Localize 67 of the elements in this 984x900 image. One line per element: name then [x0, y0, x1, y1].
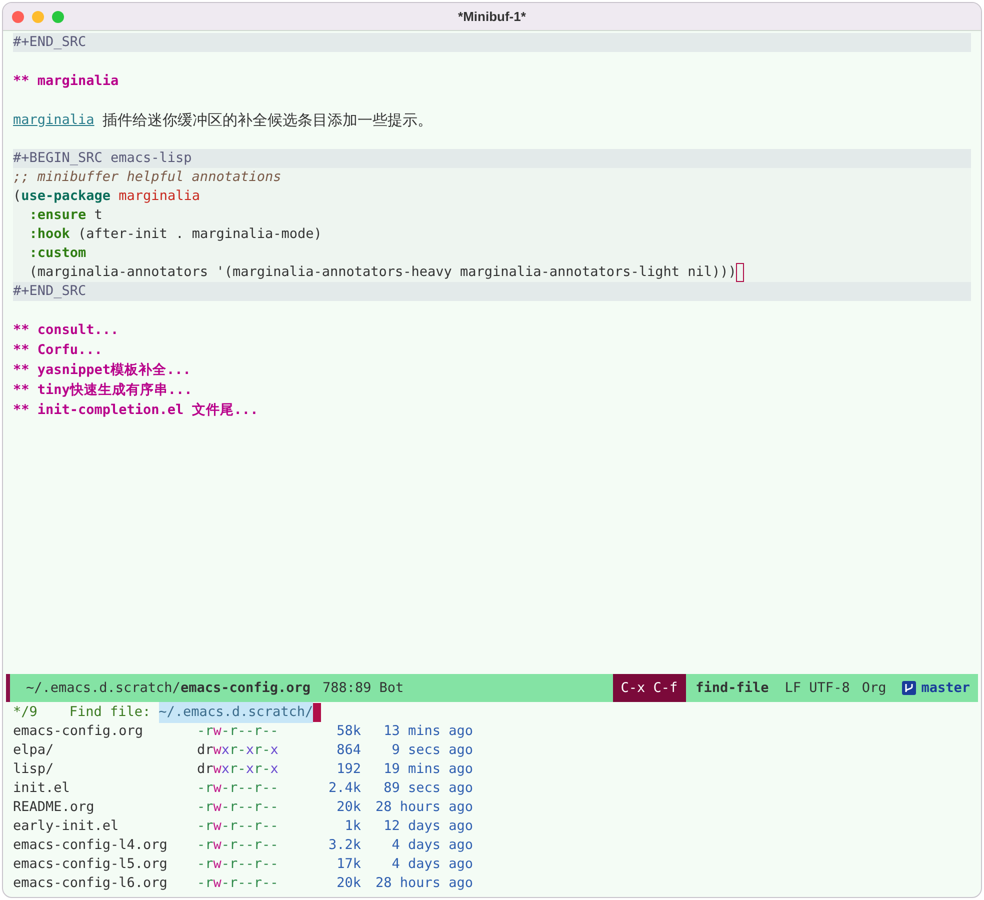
file-permissions: -rw-r--r--	[197, 874, 280, 894]
modified-time: 28 hours ago	[374, 798, 473, 818]
file-name[interactable]: early-init.el	[13, 816, 197, 837]
close-button[interactable]	[12, 11, 24, 23]
file-size: 17k	[336, 855, 361, 874]
file-name[interactable]: README.org	[13, 797, 197, 818]
code-line: (marginalia-annotators '(marginalia-annotators-heavy marginalia-annotators-light nil)))	[28, 263, 736, 282]
file-size: 2.4k	[327, 779, 361, 798]
file-permissions: -rw-r--r--	[197, 855, 280, 874]
file-name[interactable]: emacs-config-l4.org	[13, 835, 197, 856]
command-name: find-file	[696, 678, 769, 698]
modified-time: 12 days ago	[382, 817, 473, 836]
code-line: ;; minibuffer helpful annotations	[13, 168, 282, 187]
org-heading[interactable]: ** init-completion.el 文件尾...	[13, 400, 971, 420]
modified-time: 13 mins ago	[382, 722, 473, 742]
encoding: LF UTF-8	[784, 678, 850, 698]
code-line: :ensure t	[28, 206, 102, 225]
window-title: *Minibuf-1*	[458, 8, 526, 26]
prompt: Find file:	[69, 703, 151, 722]
org-heading[interactable]: ** tiny快速生成有序串...	[13, 380, 971, 400]
key-sequence: C-x C-f	[612, 674, 686, 702]
file-permissions: -rw-r--r--	[197, 798, 280, 818]
cursor-position: 788:89	[322, 678, 372, 698]
file-size: 3.2k	[327, 836, 361, 856]
org-heading[interactable]: ** yasnippet模板补全...	[13, 360, 971, 380]
org-heading[interactable]: ** consult...	[13, 320, 971, 340]
file-name[interactable]: init.el	[13, 778, 197, 799]
link[interactable]: marginalia	[13, 110, 94, 130]
input-field[interactable]: ~/.emacs.d.scratch/	[158, 702, 314, 723]
code-line: (use-package marginalia	[13, 187, 200, 206]
file-permissions: drwxr-xr-x	[197, 760, 280, 780]
file-permissions: -rw-r--r--	[197, 722, 280, 742]
file-name[interactable]: emacs-config-l5.org	[13, 854, 197, 875]
modified-time: 9 secs ago	[390, 741, 473, 760]
org-heading[interactable]: ** marginalia	[13, 71, 971, 91]
file-size: 20k	[336, 798, 361, 818]
file-size: 192	[336, 760, 361, 780]
minimize-button[interactable]	[32, 11, 44, 23]
file-permissions: -rw-r--r--	[197, 779, 280, 798]
file-permissions: -rw-r--r--	[197, 836, 280, 856]
modified-time: 89 secs ago	[382, 779, 473, 798]
file-permissions: drwxr-xr-x	[197, 741, 280, 760]
file-name[interactable]: emacs-config.org	[13, 721, 197, 742]
cursor	[313, 703, 322, 722]
code-line: :hook (after-init . marginalia-mode)	[28, 225, 322, 244]
git-branch: master	[921, 678, 970, 698]
major-mode: Org	[862, 678, 886, 698]
file-name[interactable]: lisp/	[13, 759, 197, 780]
file-size: 864	[336, 741, 361, 760]
file-size: 1k	[344, 817, 361, 836]
file-name[interactable]: elpa/	[13, 740, 197, 761]
file-size: 20k	[336, 874, 361, 894]
candidate-count: */9	[13, 703, 38, 722]
file-size: 58k	[336, 722, 361, 742]
zoom-button[interactable]	[52, 11, 64, 23]
file-name[interactable]: emacs-config-l6.org	[13, 873, 197, 894]
modified-time: 4 days ago	[390, 836, 473, 856]
buffer-path: ~/.emacs.d.scratch/emacs-config.org	[26, 678, 310, 698]
modified-time: 28 hours ago	[374, 874, 473, 894]
scroll-position: Bot	[379, 678, 404, 698]
branch-icon	[902, 681, 916, 695]
org-heading[interactable]: ** Corfu...	[13, 340, 971, 360]
modified-time: 4 days ago	[390, 855, 473, 874]
file-permissions: -rw-r--r--	[197, 817, 280, 836]
modified-time: 19 mins ago	[382, 760, 473, 780]
code-line: :custom	[28, 244, 86, 263]
prose-text: 插件给迷你缓冲区的补全候选条目添加一些提示。	[102, 110, 432, 131]
